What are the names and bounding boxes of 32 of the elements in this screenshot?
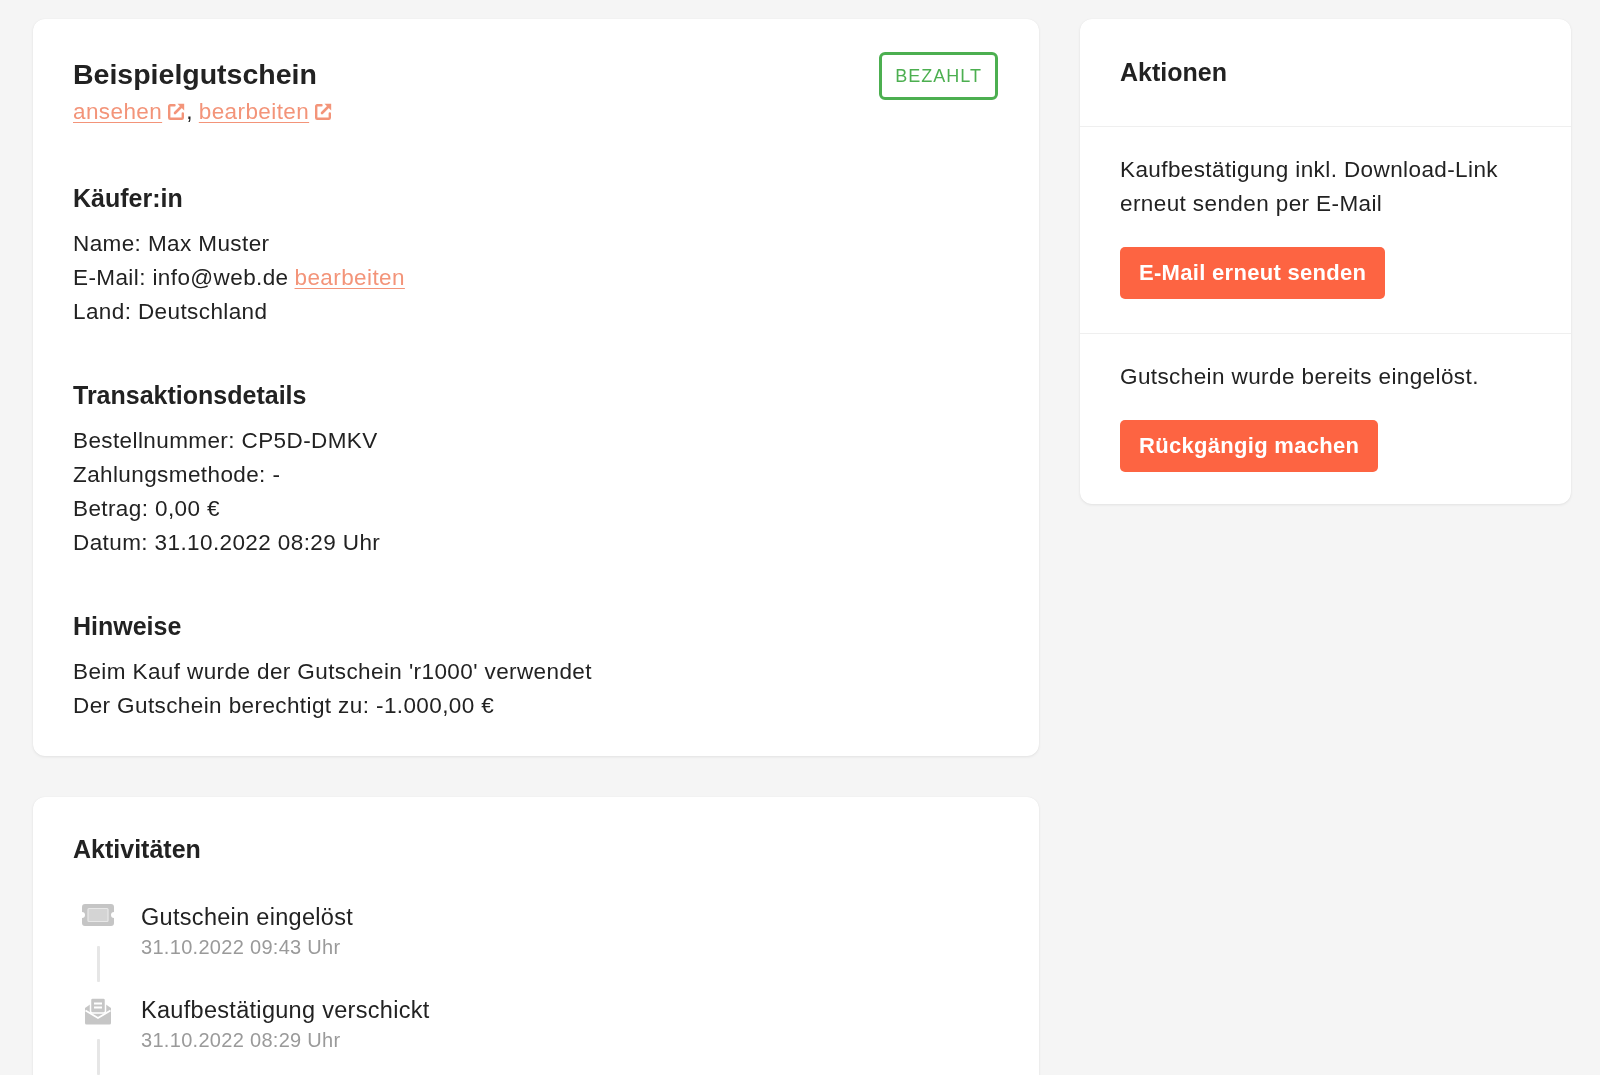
detail-text: Zahlungsmethode: - [73,461,282,489]
detail-text: Beim Kauf wurde der Gutschein 'r1000' verwendet [73,658,593,686]
external-link[interactable]: bearbeiten [198,95,334,129]
action-button[interactable]: Rückgängig machen [1120,420,1379,472]
action-button[interactable]: E-Mail erneut senden [1120,247,1386,299]
detail-text: Der Gutschein berechtigt zu: -1.000,00 € [73,692,496,720]
detail-text: Betrag: 0,00 € [73,495,221,523]
section-heading: Käufer:in [73,183,184,214]
card-title: Aktionen [1120,57,1228,88]
external-link[interactable]: ansehen [73,95,187,129]
action-description: Gutschein wurde bereits eingelöst. [1120,363,1480,391]
ticket-icon [82,904,114,926]
separator-text: , [186,98,193,126]
section-heading: Transaktionsdetails [73,380,308,411]
detail-text: Datum: 31.10.2022 08:29 Uhr [73,529,382,557]
open-envelope-icon [84,997,112,1025]
voucher-title: Beispielgutschein [73,57,318,92]
detail-text: Land: Deutschland [73,298,269,326]
status-badge: BEZAHLT [879,52,998,100]
detail-text: E-Mail: info@web.de [73,265,289,290]
card-title: Aktivitäten [73,834,202,865]
edit-link[interactable]: bearbeiten [294,261,405,295]
activity-title: Gutschein eingelöst [141,903,354,932]
activity-title: Kaufbestätigung verschickt [141,996,430,1025]
activity-date: 31.10.2022 09:43 Uhr [141,935,342,960]
external-link-icon [313,102,334,122]
section-heading: Hinweise [73,611,183,642]
action-description: Kaufbestätigung inkl. Download-Link erneut senden per E-Mail [1120,156,1499,218]
activity-date: 31.10.2022 08:29 Uhr [141,1028,342,1053]
detail-text: Bestellnummer: CP5D-DMKV [73,427,379,455]
external-link-icon [166,102,187,122]
detail-text: Name: Max Muster [73,230,271,258]
